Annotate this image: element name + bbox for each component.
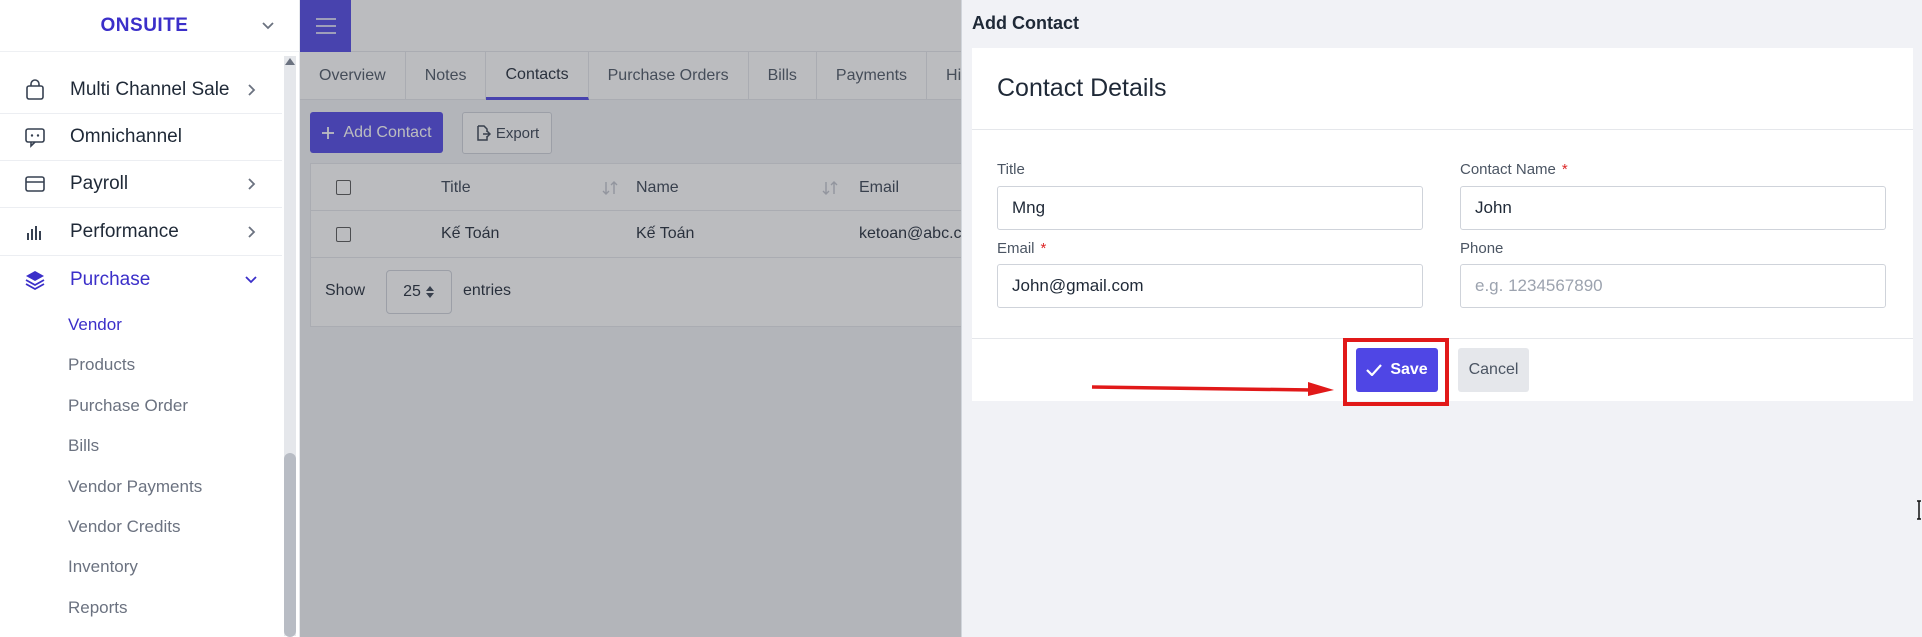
sidebar-item-label: Performance: [70, 221, 179, 242]
contact-name-input[interactable]: John: [1460, 186, 1886, 230]
title-label-text: Title: [997, 161, 1025, 178]
chat-icon: [24, 126, 46, 148]
sidebar-item-label: Omnichannel: [70, 126, 182, 147]
brand-header[interactable]: ONSUITE: [0, 0, 299, 52]
add-contact-drawer: Add Contact Contact Details Title Mng Co…: [961, 0, 1922, 637]
sidebar-item-label: Payroll: [70, 173, 129, 194]
chevron-right-icon: [248, 178, 256, 190]
sub-item-vendor-payments[interactable]: Vendor Payments: [68, 477, 202, 497]
phone-label-text: Phone: [1460, 240, 1504, 257]
contact-name-label: Contact Name *: [1460, 161, 1568, 178]
email-label: Email *: [997, 240, 1046, 257]
scroll-up-icon[interactable]: [284, 56, 296, 66]
sidebar-item-performance[interactable]: Performance: [0, 209, 282, 256]
phone-label: Phone: [1460, 240, 1503, 257]
contact-name-label-text: Contact Name: [1460, 161, 1556, 178]
email-label-text: Email: [997, 240, 1035, 257]
sidebar-item-multi-channel-sale[interactable]: Multi Channel Sale: [0, 67, 282, 114]
bar-chart-icon: [24, 221, 46, 243]
sub-item-reports[interactable]: Reports: [68, 598, 128, 618]
sub-item-inventory[interactable]: Inventory: [68, 557, 138, 577]
annotation-highlight-box: [1343, 338, 1449, 406]
sidebar-item-omnichannel[interactable]: Omnichannel: [0, 114, 282, 161]
brand-name: ONSUITE: [100, 14, 189, 36]
sub-item-products[interactable]: Products: [68, 355, 135, 375]
card-icon: [24, 173, 46, 195]
cursor-icon: [1917, 500, 1921, 520]
sidebar-item-label: Purchase: [70, 268, 151, 290]
title-label: Title: [997, 161, 1025, 178]
sub-item-vendor[interactable]: Vendor: [68, 315, 122, 335]
sub-item-purchase-order[interactable]: Purchase Order: [68, 396, 188, 416]
phone-input[interactable]: e.g. 1234567890: [1460, 264, 1886, 308]
sub-item-bills[interactable]: Bills: [68, 436, 99, 456]
card-title: Contact Details: [972, 48, 1913, 130]
sidebar-item-purchase[interactable]: Purchase: [0, 256, 282, 303]
layers-icon: [24, 269, 46, 291]
required-marker: *: [1561, 161, 1568, 178]
bag-icon: [24, 79, 46, 101]
drawer-title: Add Contact: [972, 13, 1079, 33]
title-input[interactable]: Mng: [997, 186, 1423, 230]
chevron-down-icon[interactable]: [259, 16, 277, 34]
annotation-arrow-icon: [1091, 382, 1334, 396]
sidebar: ONSUITE Multi Channel Sale Omnichannel P…: [0, 0, 300, 637]
sub-item-vendor-credits[interactable]: Vendor Credits: [68, 517, 180, 537]
chevron-down-icon: [245, 276, 257, 284]
sidebar-item-label: Multi Channel Sale: [70, 79, 230, 100]
sidebar-item-payroll[interactable]: Payroll: [0, 161, 282, 208]
chevron-right-icon: [248, 226, 256, 238]
chevron-right-icon: [248, 84, 256, 96]
cancel-button[interactable]: Cancel: [1458, 348, 1529, 392]
sidebar-scrollbar-thumb[interactable]: [284, 453, 296, 637]
required-marker: *: [1040, 240, 1047, 257]
email-input[interactable]: John@gmail.com: [997, 264, 1423, 308]
